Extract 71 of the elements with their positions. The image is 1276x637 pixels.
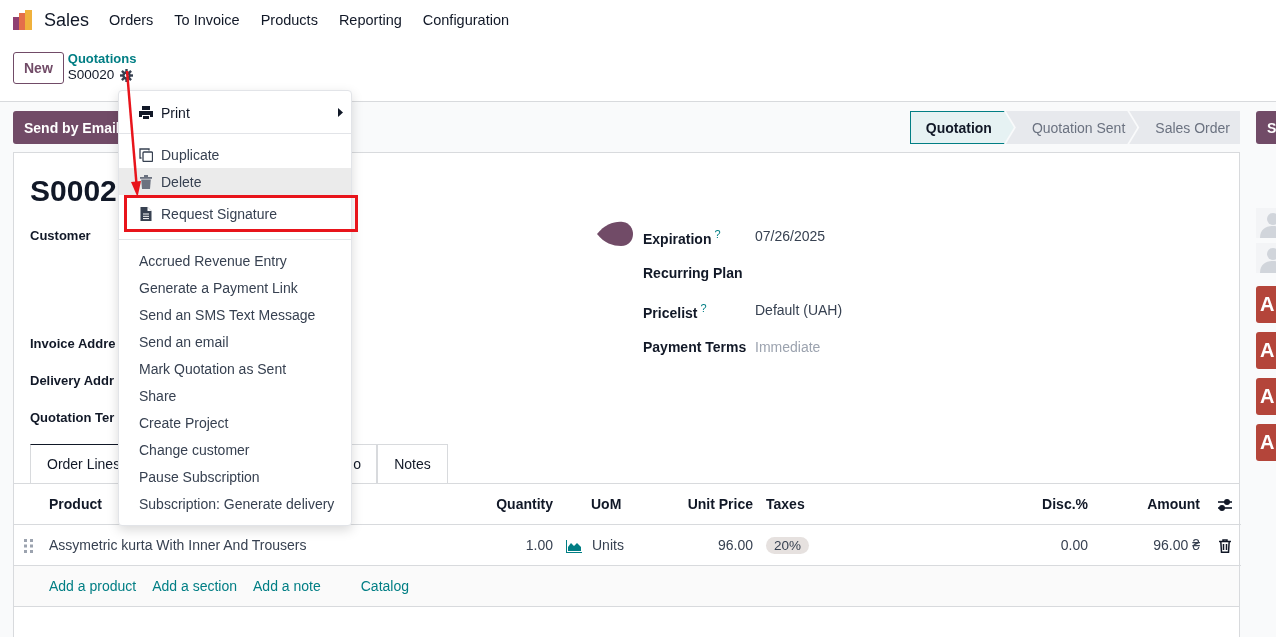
column-header[interactable]: Disc.% bbox=[1042, 496, 1088, 512]
menu-item[interactable]: Generate a Payment Link bbox=[119, 274, 351, 301]
menu-item[interactable]: Accrued Revenue Entry bbox=[119, 247, 351, 274]
menu-item[interactable]: Delete bbox=[119, 168, 351, 195]
settings-icon[interactable] bbox=[120, 68, 134, 82]
delete-icon[interactable] bbox=[1218, 539, 1231, 554]
field-label: Recurring Plan bbox=[643, 265, 743, 281]
add-link[interactable]: Catalog bbox=[360, 578, 409, 594]
breadcrumb-link[interactable]: Quotations bbox=[67, 51, 137, 67]
activity-badge[interactable]: A bbox=[1256, 286, 1276, 323]
column-header[interactable]: Product bbox=[49, 496, 102, 512]
app-name[interactable]: Sales bbox=[44, 9, 90, 31]
field-value[interactable]: Default (UAH) bbox=[755, 302, 843, 318]
menu-item[interactable]: Subscription: Generate delivery bbox=[119, 490, 351, 517]
activity-badge[interactable]: A bbox=[1256, 332, 1276, 369]
activity-badge[interactable]: A bbox=[1256, 378, 1276, 415]
field-label: Customer bbox=[30, 228, 91, 243]
highlighted-menu-item[interactable]: Request Signature bbox=[124, 195, 358, 232]
field-value[interactable]: 07/26/2025 bbox=[755, 228, 826, 244]
field-label: Expiration bbox=[643, 230, 712, 247]
menu-item[interactable]: Share bbox=[119, 382, 351, 409]
table-cell: 96.00 bbox=[717, 537, 753, 553]
nav-menu-item[interactable]: Products bbox=[260, 12, 318, 28]
nav-menu-item[interactable]: Configuration bbox=[422, 12, 509, 28]
table-cell: 96.00 ₴ bbox=[1153, 537, 1200, 553]
document-icon bbox=[139, 206, 153, 221]
help-tooltip[interactable]: ? bbox=[700, 302, 707, 314]
column-header[interactable]: Unit Price bbox=[687, 496, 753, 512]
copy-icon bbox=[139, 147, 153, 162]
column-header[interactable]: Amount bbox=[1147, 496, 1200, 512]
table-cell: 1.00 bbox=[525, 537, 553, 553]
nav-menu-item[interactable]: To Invoice bbox=[174, 12, 240, 28]
menu-item[interactable]: Send an SMS Text Message bbox=[119, 301, 351, 328]
new-button[interactable]: New bbox=[13, 52, 64, 84]
area-chart-icon bbox=[565, 539, 582, 553]
activity-badge[interactable]: A bbox=[1256, 424, 1276, 461]
column-settings-icon bbox=[1216, 496, 1233, 513]
menu-item[interactable]: Mark Quotation as Sent bbox=[119, 355, 351, 382]
status-stage[interactable]: Quotation bbox=[909, 111, 1014, 144]
leaf-icon bbox=[597, 221, 633, 247]
status-stage[interactable]: Sales Order bbox=[1129, 111, 1240, 144]
app-logo-icon bbox=[12, 9, 34, 31]
column-header[interactable]: UoM bbox=[591, 496, 622, 512]
nav-menu-item[interactable]: Reporting bbox=[338, 12, 402, 28]
help-tooltip[interactable]: ? bbox=[714, 228, 721, 240]
column-header[interactable]: Taxes bbox=[766, 496, 805, 512]
nav-menu-item[interactable]: Orders bbox=[109, 12, 154, 28]
menu-item[interactable]: Create Project bbox=[119, 409, 351, 436]
drag-handle-icon bbox=[24, 539, 34, 554]
add-link[interactable]: Add a section bbox=[152, 578, 237, 594]
field-label: Delivery Addr bbox=[30, 373, 115, 388]
table-cell: Assymetric kurta With Inner And Trousers bbox=[49, 537, 307, 553]
menu-item[interactable]: Send an email bbox=[119, 328, 351, 355]
record-title: S0002 bbox=[30, 173, 117, 209]
record-name: S00020 bbox=[67, 67, 115, 83]
notebook-tab[interactable]: Notes bbox=[377, 444, 448, 483]
add-link[interactable]: Add a product bbox=[49, 578, 137, 594]
status-stage[interactable]: Quotation Sent bbox=[1005, 111, 1138, 144]
table-cell: Units bbox=[592, 537, 624, 553]
field-label: Pricelist bbox=[643, 304, 698, 321]
chatter-button[interactable]: S bbox=[1256, 111, 1276, 144]
menu-item[interactable]: Duplicate bbox=[119, 141, 351, 168]
add-link[interactable]: Add a note bbox=[253, 578, 321, 594]
field-label: Invoice Addre bbox=[30, 336, 116, 351]
tax-tag[interactable]: 20% bbox=[766, 537, 810, 554]
field-label: Quotation Ter bbox=[30, 410, 115, 425]
table-cell: 0.00 bbox=[1060, 537, 1088, 553]
column-header[interactable]: Quantity bbox=[496, 496, 553, 512]
print-icon bbox=[139, 105, 153, 120]
trash-icon bbox=[139, 174, 153, 189]
field-label: Payment Terms bbox=[643, 339, 747, 355]
